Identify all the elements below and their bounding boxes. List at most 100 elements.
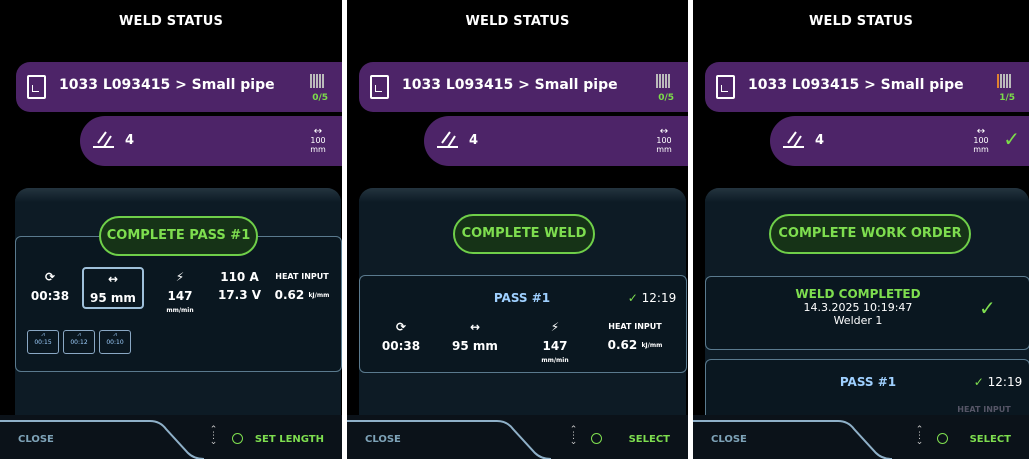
weld-completed-title: WELD COMPLETED [795,287,921,301]
speed-metric: ⚡ 147 mm/min [155,270,205,317]
weld-status-panel-1: WELD STATUS 1033 L093415 > Small pipe 0/… [0,0,342,459]
joint-length-unit: mm [310,145,326,154]
current-value: 110 A [220,270,259,284]
work-order-header[interactable]: 1033 L093415 > Small pipe 0/5 [359,62,688,112]
joint-length: ↔ 100 mm [654,126,674,155]
close-button[interactable]: CLOSE [365,434,401,445]
history-time-1: 00:15 [34,339,52,346]
history-pass-2[interactable]: ⩘ 00:12 [63,330,95,354]
length-arrows-icon: ↔ [313,126,323,137]
scroll-wheel-icon: ⌃ ⋮ ⌄ [915,425,924,447]
weld-completed-info: WELD COMPLETED 14.3.2025 10:19:47 Welder… [783,287,933,328]
weld-status-panel-2: WELD STATUS 1033 L093415 > Small pipe 0/… [347,0,688,459]
joint-number: 4 [125,133,135,148]
heat-unit: kJ/mm [641,342,663,349]
heat-input-value: 0.62 [607,338,638,352]
page-title: WELD STATUS [465,14,570,29]
weld-joint-icon [783,131,804,148]
heat-input-label: HEAT INPUT [275,272,329,281]
length-arrows-icon: ↔ [107,272,119,286]
pass-title: PASS #1 [839,375,897,389]
speed-value: 147 [167,289,193,303]
length-arrows-icon: ↔ [659,126,669,137]
work-order-label: 1033 L093415 > Small pipe [402,77,618,93]
speed-metric: ⚡ 147 mm/min [527,320,583,367]
joint-number: 4 [469,133,479,148]
time-value: 00:38 [381,339,421,353]
joint-length: ↔ 100 mm [308,126,328,155]
joint-row[interactable]: 4 ↔ 100 mm [424,116,688,166]
confirm-circle-icon [591,433,602,444]
document-icon [27,75,46,99]
joint-length-unit: mm [973,145,989,154]
joint-complete-check-icon: ✓ [1003,127,1020,151]
bottom-bar: CLOSE ⌃ ⋮ ⌄ SELECT [347,415,688,459]
time-value: 00:38 [30,289,70,303]
work-order-header[interactable]: 1033 L093415 > Small pipe 0/5 [16,62,342,112]
confirm-circle-icon [937,433,948,444]
pass-bars-icon [655,74,670,93]
history-pass-1[interactable]: ⩘ 00:15 [27,330,59,354]
select-button[interactable]: SELECT [970,434,1011,445]
weld-joint-icon [437,131,458,148]
heat-input-label: HEAT INPUT [608,322,662,331]
pass-done-time-value: 12:19 [987,375,1023,389]
joint-length-unit: mm [656,145,672,154]
completed-check-icon: ✓ [979,296,996,320]
history-time-3: 00:10 [106,339,124,346]
pass-bars-icon [996,74,1011,93]
complete-weld-button[interactable]: COMPLETE WELD [453,214,595,254]
joint-length: ↔ 100 mm [971,126,991,155]
length-value: 95 mm [452,339,498,353]
pass-done-time-value: 12:19 [641,291,677,305]
weld-icon: ⩘ [77,331,81,338]
scroll-wheel-icon: ⌃ ⋮ ⌄ [569,425,578,447]
select-button[interactable]: SELECT [629,434,670,445]
scroll-wheel-icon: ⌃ ⋮ ⌄ [209,425,218,447]
pass-done-time: ✓ 12:19 [622,291,682,305]
document-icon [716,75,735,99]
joint-row[interactable]: 4 ↔ 100 mm [80,116,342,166]
partial-heat-label: HEAT INPUT [957,405,1011,414]
page-title: WELD STATUS [118,14,224,29]
complete-work-order-button[interactable]: COMPLETE WORK ORDER [769,214,971,254]
speed-unit: mm/min [541,357,569,364]
timer-icon: ⟳ [44,270,56,284]
check-icon: ✓ [627,291,638,305]
pass-done-time: ✓ 12:19 [969,375,1027,389]
joint-length-value: 100 [310,136,326,145]
joint-length-value: 100 [973,136,989,145]
order-progress: 0/5 [312,93,328,103]
close-button[interactable]: CLOSE [711,434,747,445]
timer-icon: ⟳ [395,320,407,334]
work-order-header[interactable]: 1033 L093415 > Small pipe 1/5 [705,62,1029,112]
length-metric[interactable]: ↔ 95 mm [82,267,144,309]
heat-input-metric: HEAT INPUT 0.62 kJ/mm [602,322,668,352]
weld-icon: ⩘ [113,331,117,338]
pass-title: PASS #1 [493,291,551,305]
speed-value: 147 [542,339,568,353]
joint-row[interactable]: 4 ↔ 100 mm ✓ [770,116,1029,166]
order-progress: 0/5 [658,93,674,103]
history-time-2: 00:12 [70,339,88,346]
time-metric: ⟳ 00:38 [30,270,70,303]
history-pass-3[interactable]: ⩘ 00:10 [99,330,131,354]
length-value: 95 mm [90,291,136,305]
weld-completed-datetime: 14.3.2025 10:19:47 [803,301,913,314]
document-icon [370,75,389,99]
confirm-circle-icon [232,433,243,444]
voltage-value: 17.3 V [217,288,262,302]
close-button[interactable]: CLOSE [18,434,54,445]
travel-speed-icon: ⚡ [550,320,560,334]
weld-joint-icon [93,131,114,148]
joint-number: 4 [815,133,825,148]
length-arrows-icon: ↔ [469,320,481,334]
complete-pass-button[interactable]: COMPLETE PASS #1 [99,216,258,256]
bottom-bar: CLOSE ⌃ ⋮ ⌄ SET LENGTH [0,415,342,459]
set-length-button[interactable]: SET LENGTH [255,434,324,445]
weld-icon: ⩘ [41,331,45,338]
length-arrows-icon: ↔ [976,126,986,137]
heat-input-value: 0.62 [274,288,305,302]
bottom-bar: CLOSE ⌃ ⋮ ⌄ SELECT [693,415,1029,459]
speed-unit: mm/min [166,307,194,314]
